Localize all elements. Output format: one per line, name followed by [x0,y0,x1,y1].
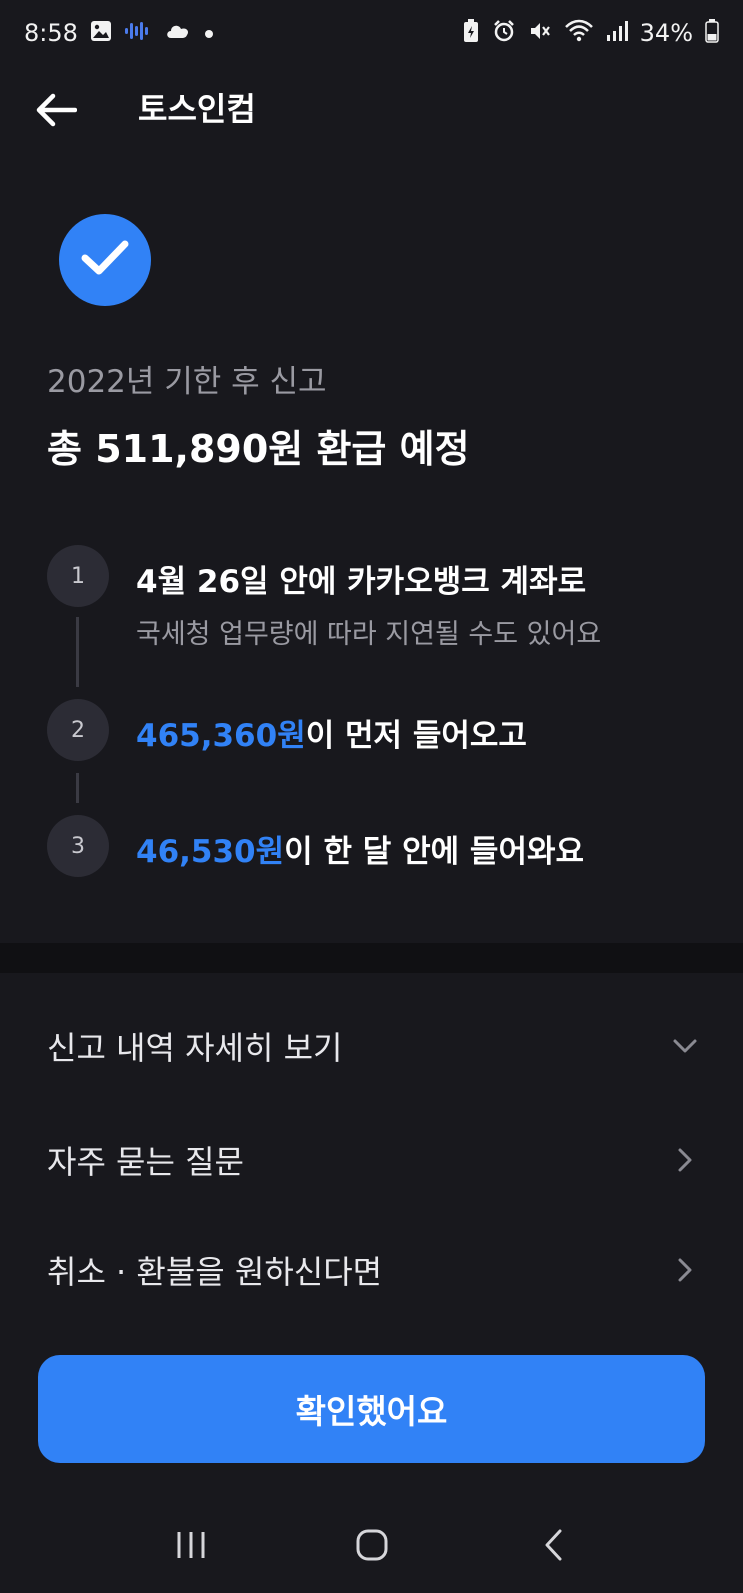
back-button[interactable] [30,86,82,138]
step-3-rest: 이 한 달 안에 들어와요 [284,834,585,870]
chevron-down-icon [671,1032,699,1060]
step-1-text: 4월 26일 안에 카카오뱅크 계좌로 [136,564,587,600]
step-2-amount: 465,360원 [136,718,306,754]
system-back-button[interactable] [513,1517,593,1577]
check-icon [80,238,130,282]
step-1-number: 1 [47,545,109,607]
voice-recorder-icon [124,20,152,46]
system-nav-bar [0,1500,743,1593]
step-2-text: 465,360원이 먼저 들어오고 [136,710,527,755]
step-3-text: 46,530원이 한 달 안에 들어와요 [136,826,584,871]
confirm-button[interactable]: 확인했어요 [38,1355,705,1463]
step-2-number: 2 [47,699,109,761]
home-icon [355,1528,389,1566]
signal-icon [606,20,628,46]
step-3-number: 3 [47,815,109,877]
menu-item-label: 자주 묻는 질문 [47,1143,244,1181]
success-badge [59,214,151,306]
chevron-left-icon [542,1528,564,1566]
app-bar: 토스인컴 [0,66,743,174]
mute-icon [528,19,552,47]
menu-item-label: 취소 · 환불을 원하신다면 [47,1253,383,1291]
battery-saver-icon [462,19,480,47]
step-connector [76,617,79,687]
dot-icon [204,24,214,43]
step-2-rest: 이 먼저 들어오고 [305,718,527,754]
status-bar: 8:58 34% [0,0,743,66]
step-connector [76,773,79,803]
battery-icon [705,19,719,47]
summary-title: 총 511,890원 환급 예정 [47,427,470,471]
home-button[interactable] [332,1517,412,1577]
cloud-icon [164,20,192,46]
chevron-right-icon [671,1146,699,1174]
step-3-amount: 46,530원 [136,834,285,870]
battery-percent: 34% [639,19,693,47]
recent-apps-icon [174,1530,208,1564]
menu-item-label: 신고 내역 자세히 보기 [47,1029,343,1067]
summary-subtitle: 2022년 기한 후 신고 [47,364,327,400]
section-divider [0,943,743,973]
status-time: 8:58 [24,19,78,47]
status-left: 8:58 [24,19,214,47]
page-title: 토스인컴 [138,90,256,128]
gallery-icon [90,20,112,46]
alarm-icon [492,19,516,47]
chevron-right-icon [671,1256,699,1284]
screen: 8:58 34% 토스인컴 2022년 기한 후 신고 총 511,890원 환… [0,0,743,1593]
recent-apps-button[interactable] [151,1517,231,1577]
menu-item-cancel-refund[interactable]: 취소 · 환불을 원하신다면 [0,1220,743,1320]
step-1-sub: 국세청 업무량에 따라 지연될 수도 있어요 [136,619,602,650]
status-right: 34% [462,19,719,47]
arrow-left-icon [35,93,78,131]
menu-item-faq[interactable]: 자주 묻는 질문 [0,1110,743,1210]
menu-item-details[interactable]: 신고 내역 자세히 보기 [0,996,743,1096]
wifi-icon [564,19,594,47]
